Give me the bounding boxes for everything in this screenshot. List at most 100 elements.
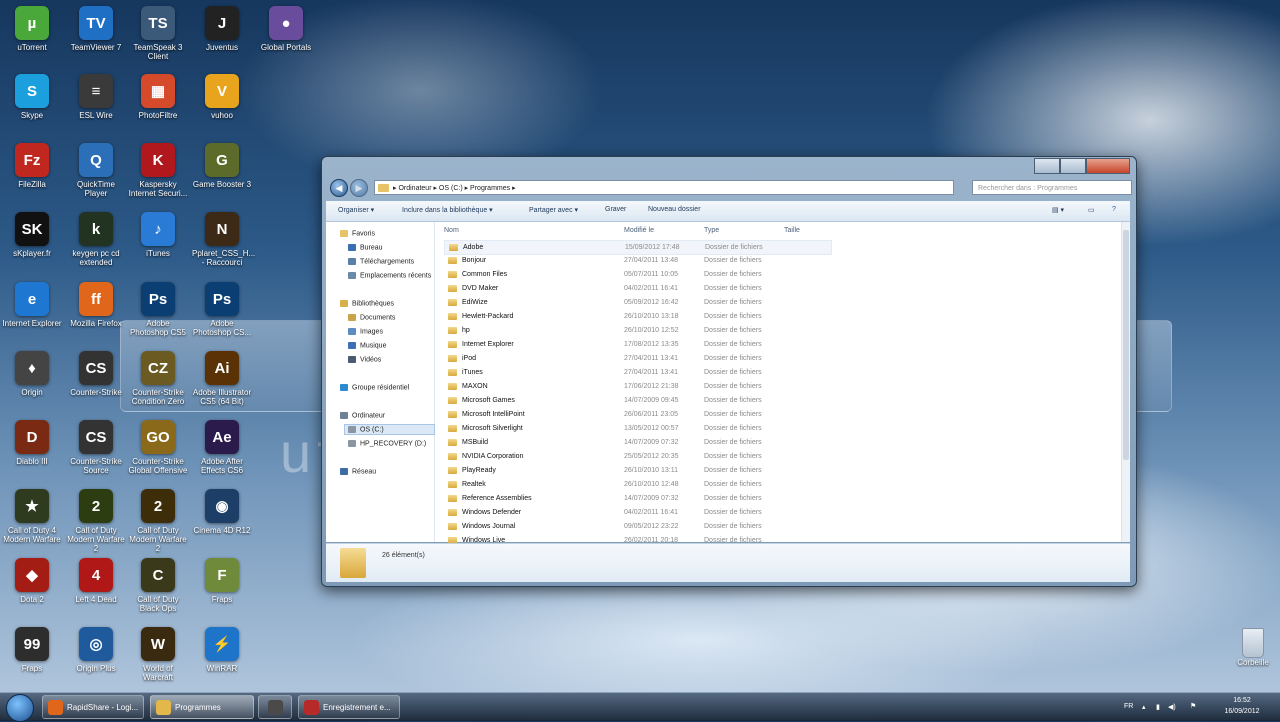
nav-network[interactable]: Réseau xyxy=(340,468,376,475)
file-row[interactable]: PlayReady 26/10/2010 13:11 Dossier de fich… xyxy=(444,464,830,477)
close-button[interactable] xyxy=(1086,158,1130,174)
desktop-shortcut[interactable]: S Skype xyxy=(2,74,62,120)
desktop-shortcut[interactable]: ◉ Cinema 4D R12 xyxy=(192,489,252,535)
desktop-shortcut[interactable]: ff Mozilla Firefox xyxy=(66,282,126,328)
file-row[interactable]: Microsoft IntelliPoint 26/06/2011 23:05 Do… xyxy=(444,408,830,421)
search-input[interactable]: Rechercher dans : Programmes xyxy=(972,180,1132,195)
desktop-shortcut[interactable]: TV TeamViewer 7 xyxy=(66,6,126,52)
column-name[interactable]: Nom xyxy=(444,227,459,234)
nav-music[interactable]: Musique xyxy=(348,342,386,349)
desktop-shortcut[interactable]: ◎ Origin Plus xyxy=(66,627,126,673)
taskbar-button-recording[interactable]: Enregistrement e... xyxy=(298,695,400,719)
file-row[interactable]: Realtek 26/10/2010 12:48 Dossier de fichie… xyxy=(444,478,830,491)
nav-recent[interactable]: Emplacements récents xyxy=(348,272,431,279)
desktop-shortcut[interactable]: 2 Call of Duty Modern Warfare 2 xyxy=(128,489,188,553)
desktop-shortcut[interactable]: ▦ PhotoFiltre xyxy=(128,74,188,120)
vertical-scrollbar[interactable] xyxy=(1121,222,1130,542)
file-row[interactable]: Windows Journal 09/05/2012 23:22 Dossier d… xyxy=(444,520,830,533)
nav-computer[interactable]: Ordinateur xyxy=(340,412,385,419)
back-button[interactable]: ◀ xyxy=(330,179,348,197)
volume-icon[interactable]: ◀) xyxy=(1168,703,1176,711)
taskbar-button-steam[interactable] xyxy=(258,695,292,719)
desktop-shortcut[interactable]: D Diablo III xyxy=(2,420,62,466)
language-indicator[interactable]: FR xyxy=(1124,703,1133,710)
nav-documents[interactable]: Documents xyxy=(348,314,395,321)
file-row[interactable]: DVD Maker 04/02/2011 16:41 Dossier de fich… xyxy=(444,282,830,295)
file-row[interactable]: Common Files 05/07/2011 10:05 Dossier de f… xyxy=(444,268,830,281)
desktop-shortcut[interactable]: F Fraps xyxy=(192,558,252,604)
nav-favorites[interactable]: Favoris xyxy=(340,230,375,237)
desktop-shortcut[interactable]: ≡ ESL Wire xyxy=(66,74,126,120)
taskbar-button-browser[interactable]: RapidShare - Logi... xyxy=(42,695,144,719)
column-type[interactable]: Type xyxy=(704,227,719,234)
desktop-shortcut[interactable]: CZ Counter-Strike Condition Zero xyxy=(128,351,188,406)
file-row[interactable]: iPod 27/04/2011 13:41 Dossier de fichiers xyxy=(444,352,830,365)
desktop-shortcut[interactable]: ● Global Portals xyxy=(256,6,316,52)
desktop-shortcut[interactable]: k keygen pc cd extended xyxy=(66,212,126,267)
tray-expand-icon[interactable]: ▴ xyxy=(1142,703,1146,711)
new-folder-button[interactable]: Nouveau dossier xyxy=(648,206,701,213)
clock-time[interactable]: 16:52 xyxy=(1218,697,1266,704)
view-options-icon[interactable]: ▤ ▾ xyxy=(1052,206,1064,214)
file-row[interactable]: MSBuild 14/07/2009 07:32 Dossier de fichie… xyxy=(444,436,830,449)
explorer-window[interactable]: ◀ ▶ ▸ Ordinateur ▸ OS (C:) ▸ Programmes … xyxy=(321,156,1137,587)
desktop-shortcut[interactable]: ♪ iTunes xyxy=(128,212,188,258)
desktop-shortcut[interactable]: Q QuickTime Player xyxy=(66,143,126,198)
nav-homegroup[interactable]: Groupe résidentiel xyxy=(340,384,409,391)
nav-libraries[interactable]: Bibliothèques xyxy=(340,300,394,307)
recycle-bin[interactable]: Corbeille xyxy=(1228,628,1278,667)
preview-pane-icon[interactable]: ▭ xyxy=(1088,206,1095,214)
help-icon[interactable]: ? xyxy=(1112,206,1116,213)
nav-downloads[interactable]: Téléchargements xyxy=(348,258,414,265)
desktop-shortcut[interactable]: ⚡ WinRAR xyxy=(192,627,252,673)
desktop-shortcut[interactable]: ♦ Origin xyxy=(2,351,62,397)
file-row[interactable]: Windows Defender 04/02/2011 16:41 Dossier … xyxy=(444,506,830,519)
nav-c-drive[interactable]: OS (C:) xyxy=(344,424,435,436)
column-size[interactable]: Taille xyxy=(784,227,800,234)
scrollbar-thumb[interactable] xyxy=(1123,230,1129,460)
share-button[interactable]: Partager avec ▾ xyxy=(529,206,578,214)
desktop-shortcut[interactable]: e Internet Explorer xyxy=(2,282,62,328)
desktop-shortcut[interactable]: ◆ Dota 2 xyxy=(2,558,62,604)
address-bar[interactable]: ▸ Ordinateur ▸ OS (C:) ▸ Programmes ▸ xyxy=(374,180,954,195)
desktop-shortcut[interactable]: Ai Adobe Illustrator CS5 (64 Bit) xyxy=(192,351,252,406)
desktop-shortcut[interactable]: Ps Adobe Photoshop CS5 xyxy=(128,282,188,337)
desktop-shortcut[interactable]: G Game Booster 3 xyxy=(192,143,252,189)
desktop-shortcut[interactable]: SK sKplayer.fr xyxy=(2,212,62,258)
file-row[interactable]: iTunes 27/04/2011 13:41 Dossier de fichier… xyxy=(444,366,830,379)
file-row[interactable]: Hewlett-Packard 26/10/2010 13:18 Dossier d… xyxy=(444,310,830,323)
desktop-shortcut[interactable]: N Pplaret_CSS_H... - Raccourci xyxy=(192,212,255,267)
desktop-shortcut[interactable]: CS Counter-Strike xyxy=(66,351,126,397)
nav-desktop[interactable]: Bureau xyxy=(348,244,383,251)
file-row[interactable]: Bonjour 27/04/2011 13:48 Dossier de fichie… xyxy=(444,254,830,267)
include-library-button[interactable]: Inclure dans la bibliothèque ▾ xyxy=(402,206,493,214)
desktop-shortcut[interactable]: TS TeamSpeak 3 Client xyxy=(128,6,188,61)
desktop-shortcut[interactable]: J Juventus xyxy=(192,6,252,52)
file-row[interactable]: MAXON 17/06/2012 21:38 Dossier de fichiers xyxy=(444,380,830,393)
desktop-shortcut[interactable]: µ uTorrent xyxy=(2,6,62,52)
column-modified[interactable]: Modifié le xyxy=(624,227,654,234)
organize-button[interactable]: Organiser ▾ xyxy=(338,206,374,214)
desktop-shortcut[interactable]: CS Counter-Strike Source xyxy=(66,420,126,475)
desktop-shortcut[interactable]: 99 Fraps xyxy=(2,627,62,673)
burn-button[interactable]: Graver xyxy=(605,206,626,213)
nav-recovery[interactable]: HP_RECOVERY (D:) xyxy=(348,440,426,447)
flag-icon[interactable]: ⚑ xyxy=(1190,702,1196,710)
file-row[interactable]: Microsoft Silverlight 13/05/2012 00:57 Dos… xyxy=(444,422,830,435)
file-row[interactable]: Internet Explorer 17/08/2012 13:35 Dossier… xyxy=(444,338,830,351)
file-row[interactable]: Microsoft Games 14/07/2009 09:45 Dossier d… xyxy=(444,394,830,407)
desktop-shortcut[interactable]: GO Counter-Strike Global Offensive xyxy=(128,420,188,475)
desktop-shortcut[interactable]: 4 Left 4 Dead xyxy=(66,558,126,604)
desktop-shortcut[interactable]: Fz FileZilla xyxy=(2,143,62,189)
file-row[interactable]: NVIDIA Corporation 25/05/2012 20:35 Dossie… xyxy=(444,450,830,463)
nav-images[interactable]: Images xyxy=(348,328,383,335)
file-row[interactable]: EdiWize 05/09/2012 16:42 Dossier de fichie… xyxy=(444,296,830,309)
desktop-shortcut[interactable]: 2 Call of Duty Modern Warfare 2 xyxy=(66,489,126,553)
desktop-shortcut[interactable]: C Call of Duty Black Ops xyxy=(128,558,188,613)
maximize-button[interactable] xyxy=(1060,158,1086,174)
desktop-shortcut[interactable]: K Kaspersky Internet Securi... xyxy=(128,143,188,198)
minimize-button[interactable] xyxy=(1034,158,1060,174)
desktop-shortcut[interactable]: Ps Adobe Photoshop CS... xyxy=(192,282,252,337)
desktop-shortcut[interactable]: ★ Call of Duty 4 Modern Warfare xyxy=(2,489,62,544)
desktop-shortcut[interactable]: W World of Warcraft xyxy=(128,627,188,682)
